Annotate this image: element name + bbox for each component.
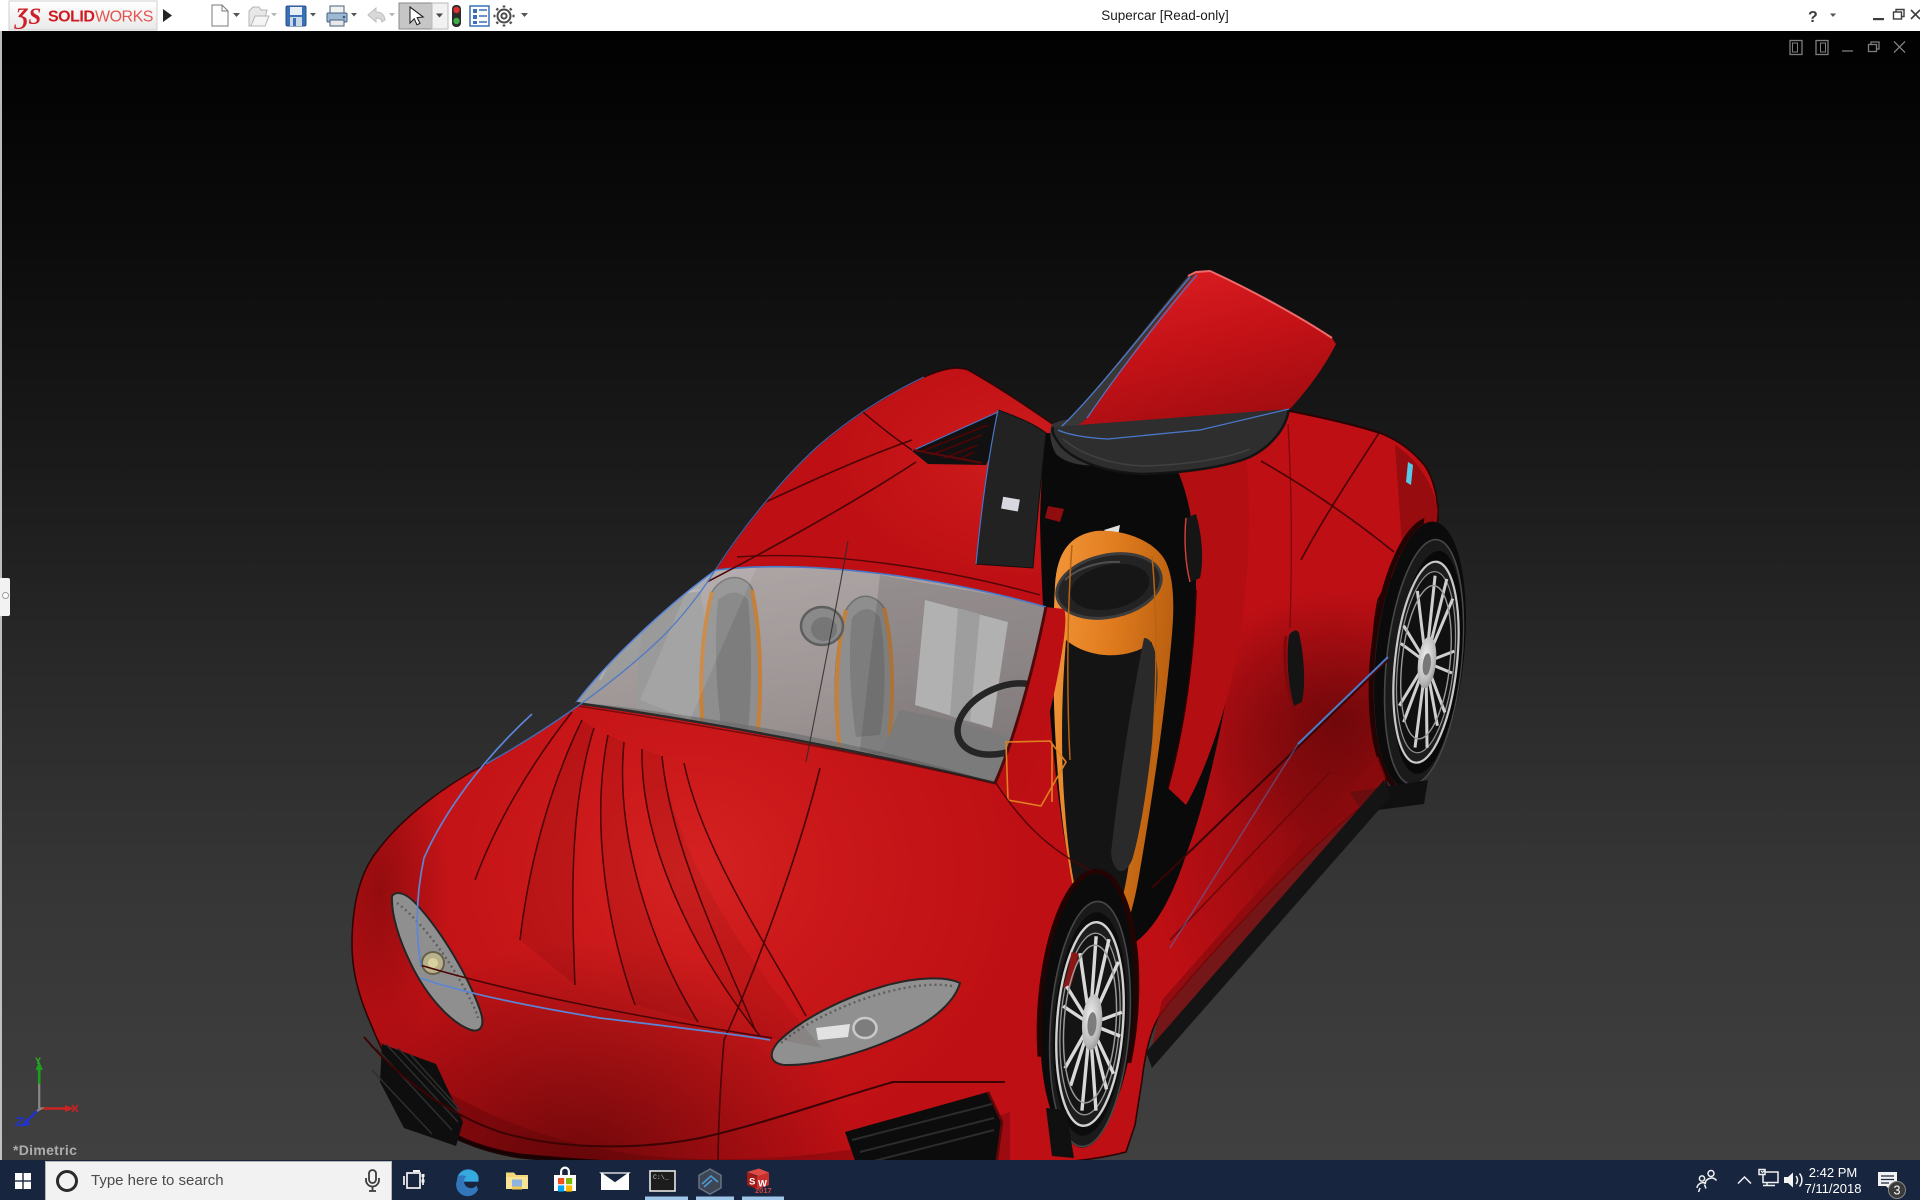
svg-text:Y: Y <box>35 1056 41 1066</box>
svg-text:WORKS: WORKS <box>95 9 153 26</box>
svg-text:7/11/2018: 7/11/2018 <box>1805 1181 1862 1196</box>
svg-text:3: 3 <box>1894 1184 1901 1198</box>
svg-text:2017: 2017 <box>755 1186 772 1195</box>
svg-text:C:\_: C:\_ <box>653 1174 669 1181</box>
svg-text:SOLID: SOLID <box>48 9 94 26</box>
svg-text:?: ? <box>1808 9 1818 26</box>
svg-text:2:42 PM: 2:42 PM <box>1809 1165 1857 1180</box>
svg-text:ƷS: ƷS <box>14 4 41 29</box>
